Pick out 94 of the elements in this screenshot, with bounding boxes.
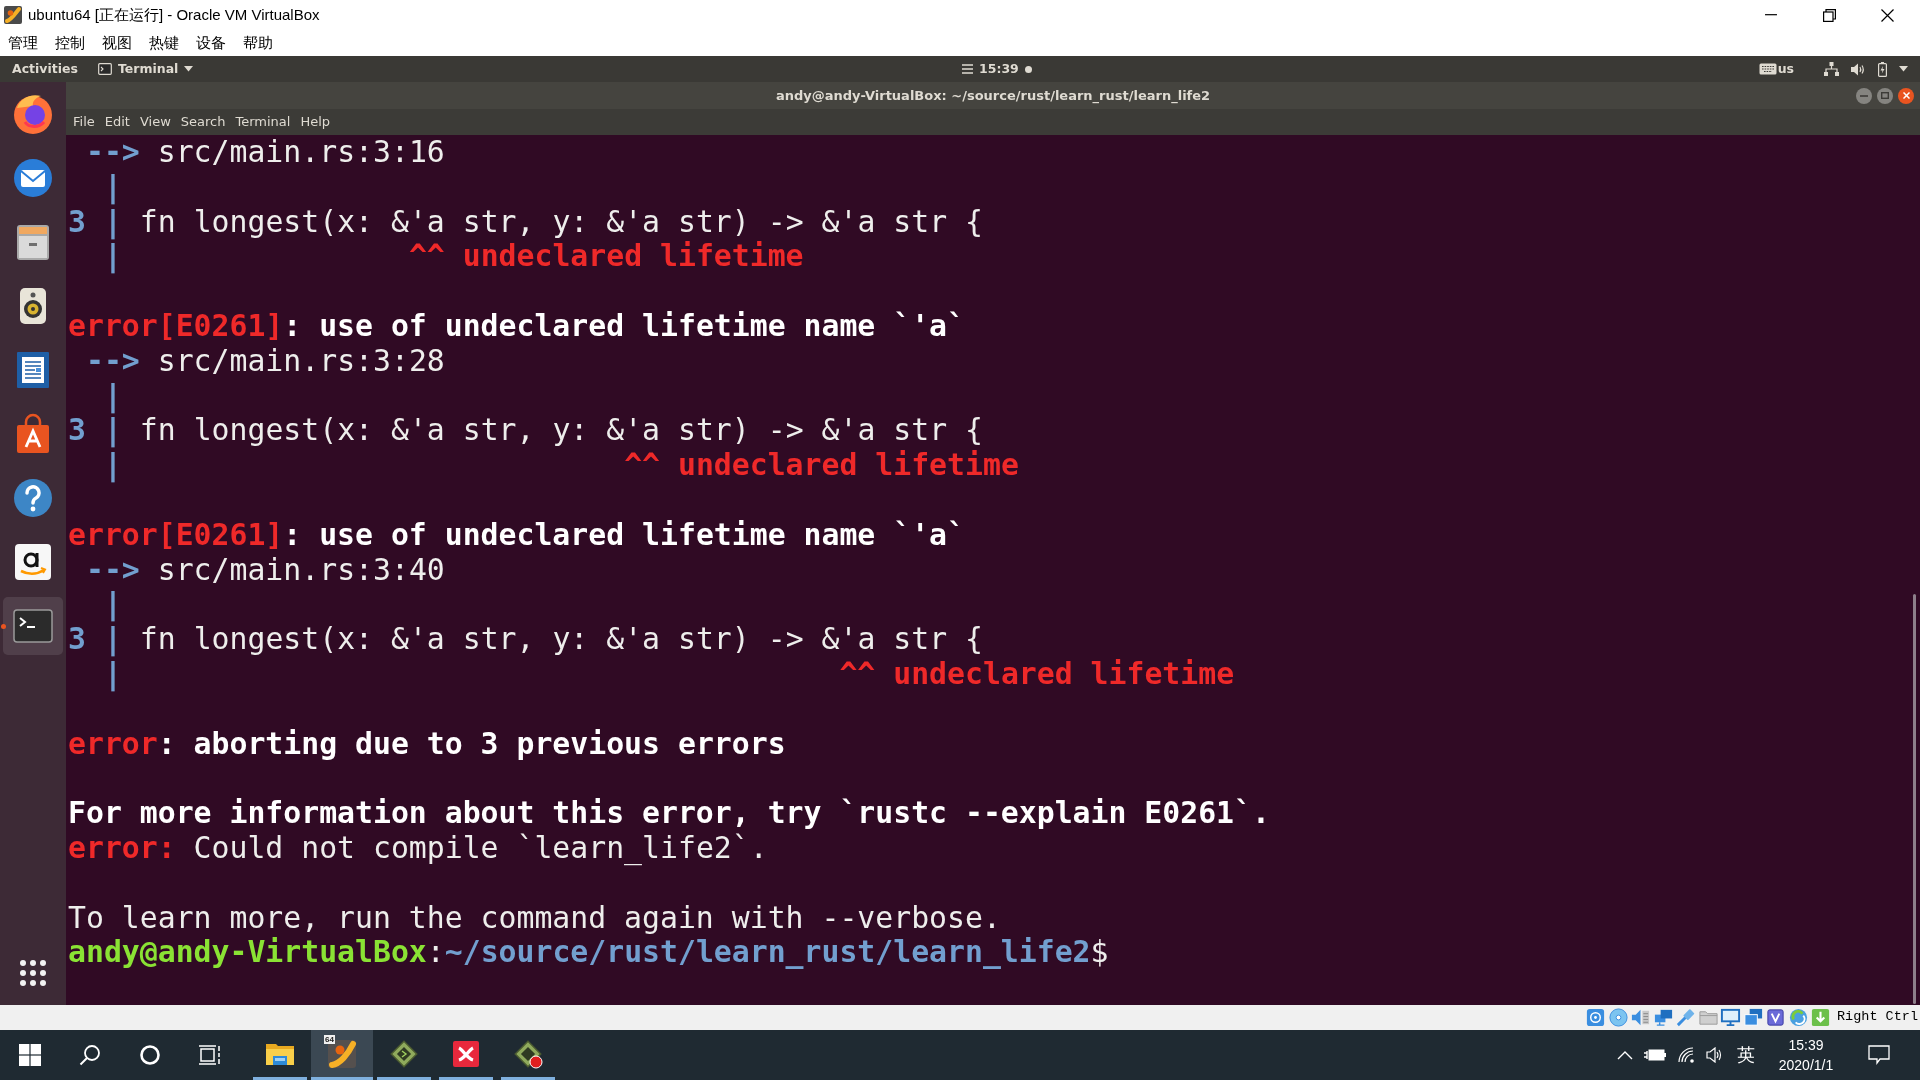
compiler-message: error[E0261]: use of undeclared lifetime name `'a` [68, 516, 965, 552]
menu-icon [962, 64, 973, 74]
compiler-message: error: aborting due to 3 previous errors [68, 725, 786, 761]
system-menu-button[interactable] [1824, 61, 1908, 77]
search-icon [79, 1044, 101, 1066]
clock-button[interactable]: 15:39 2020/1/1 [1764, 1030, 1848, 1080]
monitor-icon [1720, 1007, 1742, 1028]
windows-logo-icon [19, 1044, 41, 1066]
gutter-text: | [103, 377, 122, 413]
menu-item[interactable]: File [73, 112, 95, 132]
close-icon [1902, 92, 1910, 99]
minimize-button[interactable] [1856, 87, 1872, 104]
maximize-button[interactable] [1877, 87, 1893, 104]
minimize-icon [1860, 94, 1868, 97]
disc-icon [1608, 1007, 1629, 1028]
taskbar-app-button[interactable]: 64 [311, 1030, 373, 1080]
gutter-text: | [103, 586, 122, 622]
source-code: fn longest(x: &'a str, y: &'a str) -> &'a str { [139, 621, 983, 657]
clock-button[interactable]: 15:39 [962, 59, 1032, 79]
gutter-text: | [103, 621, 122, 657]
host-key-label: Right Ctrl [1837, 1008, 1918, 1027]
chevron-up-icon [1617, 1050, 1633, 1060]
menu-item[interactable]: Help [300, 112, 331, 132]
error-annotation: ^^ undeclared lifetime [624, 447, 1019, 483]
compiler-message: To learn more, run the command again with --verbose. [68, 899, 1001, 935]
gutter-text: | [103, 447, 122, 483]
menu-item[interactable]: Edit [104, 112, 130, 132]
compiler-message: error: Could not compile `learn_life2`. [68, 829, 768, 865]
v-chip-icon [1765, 1007, 1787, 1028]
flame-globe-icon [11, 92, 55, 136]
location-arrow: --> [85, 135, 140, 169]
file-location: src/main.rs:3:16 [157, 135, 445, 169]
input-method-button[interactable]: 英 [1730, 1030, 1762, 1080]
restore-icon [1822, 8, 1836, 22]
speaker-icon [1706, 1047, 1724, 1063]
notification-icon [1868, 1045, 1890, 1065]
overlapping-windows-icon [1743, 1007, 1764, 1028]
source-code: fn longest(x: &'a str, y: &'a str) -> &'a str { [139, 412, 983, 448]
battery-plug-icon [1644, 1048, 1666, 1062]
battery-icon [1878, 61, 1887, 77]
menu-item[interactable]: 管理 [8, 32, 38, 54]
menu-item[interactable]: 控制 [55, 32, 85, 54]
source-code: fn longest(x: &'a str, y: &'a str) -> &'a str { [139, 203, 983, 239]
usb-icon [1675, 1007, 1697, 1028]
network-icon [1653, 1007, 1674, 1028]
compiler-message: For more information about this error, try `rustc --explain E0261`. [68, 795, 1270, 831]
app-menu-button[interactable]: Terminal [97, 59, 194, 79]
window-title: andy@andy-VirtualBox: ~/source/rust/learn_rust/learn_life2 [775, 86, 1211, 106]
line-number: 3 [68, 412, 86, 448]
icon-badge: 64 [324, 1034, 335, 1044]
caret-down-icon [184, 66, 194, 72]
maximize-icon [1881, 92, 1889, 99]
menu-item[interactable]: Search [180, 112, 226, 132]
gutter-text: | [103, 168, 122, 204]
menu-item[interactable]: 设备 [196, 32, 226, 54]
close-icon [1880, 8, 1894, 22]
menu-item[interactable]: View [139, 112, 171, 132]
shell-prompt: andy@andy-VirtualBox:~/source/rust/learn_rust/learn_life2$ [68, 934, 1109, 970]
activities-button[interactable]: Activities [12, 59, 78, 79]
close-button[interactable] [1898, 87, 1914, 104]
file-location: src/main.rs:3:40 [157, 551, 445, 587]
cube-swoosh-icon [326, 1037, 358, 1070]
line-number: 3 [68, 621, 86, 657]
menu-item[interactable]: 热键 [149, 32, 179, 54]
mail-icon [11, 156, 55, 200]
keyboard-icon [1758, 63, 1777, 75]
help-icon [11, 476, 55, 520]
ring-icon [139, 1044, 161, 1066]
compiler-message: error[E0261]: use of undeclared lifetime name `'a` [68, 308, 965, 343]
menu-item[interactable]: 视图 [102, 32, 132, 54]
window-title: ubuntu64 [正在运行] - Oracle VM VirtualBox [28, 4, 320, 25]
dot-icon [1024, 65, 1032, 73]
app-grid-icon [20, 960, 46, 986]
location-arrow: --> [85, 551, 140, 587]
app-logo-icon [3, 5, 23, 25]
caret-down-icon [1899, 66, 1908, 72]
file-location: src/main.rs:3:28 [157, 342, 445, 378]
circle-arrows-icon [1788, 1007, 1809, 1028]
menu-item[interactable]: Terminal [235, 112, 291, 132]
wifi-icon [1677, 1047, 1695, 1063]
speaker-icon [1630, 1007, 1652, 1028]
volume-icon [1851, 62, 1866, 76]
location-arrow: --> [85, 342, 140, 378]
terminal-icon [97, 63, 112, 75]
task-view-icon [198, 1045, 222, 1065]
menu-item[interactable]: 帮助 [243, 32, 273, 54]
arrow-down-icon [1810, 1007, 1832, 1028]
network-icon [1824, 62, 1839, 76]
error-annotation: ^^ undeclared lifetime [839, 655, 1235, 691]
keyboard-layout-button[interactable]: us [1758, 59, 1794, 79]
line-number: 3 [68, 203, 86, 239]
minimize-icon [1765, 14, 1777, 16]
error-annotation: ^^ undeclared lifetime [408, 238, 804, 274]
scrollbar-thumb[interactable] [1913, 594, 1916, 1004]
